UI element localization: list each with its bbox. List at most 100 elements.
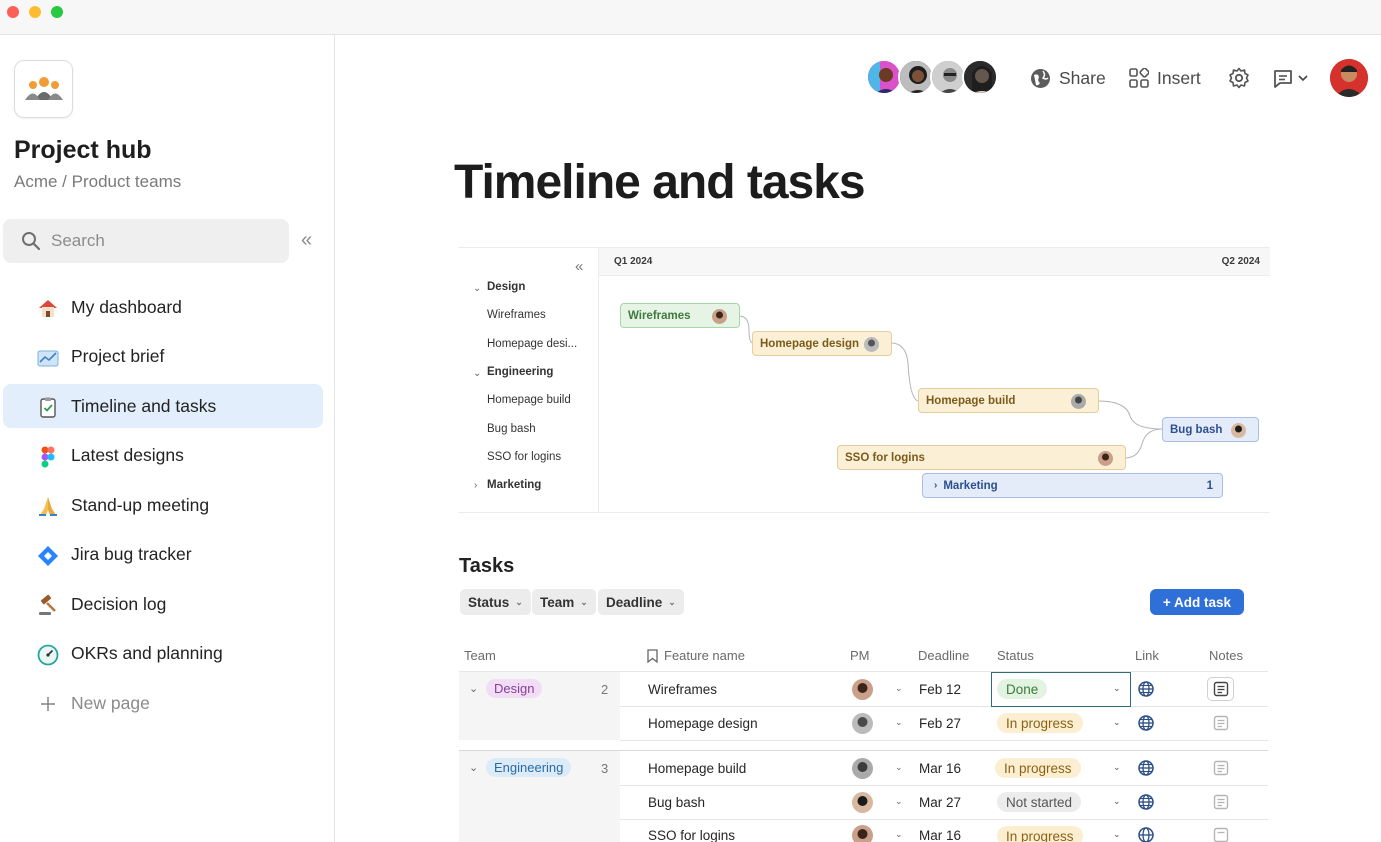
status-pill[interactable]: In progress — [997, 713, 1083, 733]
chevron-down-icon[interactable]: ⌄ — [1113, 796, 1121, 807]
filter-deadline[interactable]: Deadline ⌄ — [598, 589, 684, 615]
deadline-cell[interactable]: Mar 27 — [919, 795, 961, 810]
notes-icon[interactable] — [1213, 681, 1229, 697]
column-header-pm[interactable]: PM — [850, 648, 870, 663]
search-box[interactable] — [3, 219, 289, 263]
window-minimize-button[interactable] — [29, 6, 41, 18]
globe-icon[interactable] — [1138, 794, 1154, 810]
timeline-bar-homepage-build[interactable]: Homepage build — [918, 388, 1099, 413]
status-pill[interactable]: Not started — [997, 792, 1082, 812]
sidebar-item-okrs-and-planning[interactable]: OKRs and planning — [3, 632, 323, 676]
status-pill[interactable]: In progress — [997, 826, 1083, 842]
filter-label: Deadline — [606, 594, 663, 610]
chevron-down-icon[interactable]: ⌄ — [895, 829, 903, 840]
globe-icon[interactable] — [1138, 715, 1154, 731]
notes-icon[interactable] — [1213, 794, 1229, 810]
chart-icon — [37, 347, 59, 369]
deadline-cell[interactable]: Feb 12 — [919, 682, 961, 697]
notes-icon[interactable] — [1213, 715, 1229, 731]
filter-team[interactable]: Team ⌄ — [532, 589, 596, 615]
chevron-down-icon[interactable]: ⌄ — [895, 683, 903, 694]
breadcrumb[interactable]: Acme / Product teams — [14, 172, 181, 192]
collapse-sidebar-icon[interactable]: « — [301, 230, 321, 250]
notes-icon[interactable] — [1213, 760, 1229, 776]
sidebar-item-label: Timeline and tasks — [71, 395, 217, 416]
sidebar-item-latest-designs[interactable]: Latest designs — [3, 434, 323, 478]
insert-button[interactable]: Insert — [1129, 64, 1201, 92]
sidebar-item-decision-log[interactable]: Decision log — [3, 582, 323, 626]
collaborator-avatar[interactable] — [962, 59, 998, 95]
status-pill[interactable]: Done — [997, 679, 1048, 699]
collaborator-avatar[interactable] — [930, 59, 966, 95]
chevron-down-icon[interactable]: ⌄ — [469, 761, 478, 774]
column-header-link[interactable]: Link — [1135, 648, 1159, 663]
workspace-logo[interactable] — [14, 60, 73, 118]
column-header-status[interactable]: Status — [997, 648, 1034, 663]
comment-icon — [1274, 70, 1292, 88]
pm-avatar[interactable] — [852, 792, 873, 813]
sidebar-item-my-dashboard[interactable]: My dashboard — [3, 285, 323, 329]
pm-avatar[interactable] — [852, 679, 873, 700]
chevron-down-icon[interactable]: ⌄ — [1113, 762, 1121, 773]
globe-icon[interactable] — [1138, 760, 1154, 776]
team-pill-engineering[interactable]: Engineering — [486, 758, 572, 777]
sidebar-item-timeline-and-tasks[interactable]: Timeline and tasks — [3, 384, 323, 428]
chevron-down-icon[interactable]: ⌄ — [1113, 829, 1121, 840]
new-page-button[interactable]: New page — [3, 681, 323, 725]
status-pill[interactable]: In progress — [995, 758, 1081, 778]
chevron-right-icon: › — [934, 480, 938, 491]
deadline-cell[interactable]: Mar 16 — [919, 828, 961, 842]
add-task-button[interactable]: + Add task — [1150, 589, 1244, 615]
chevron-down-icon — [1298, 75, 1308, 82]
deadline-cell[interactable]: Feb 27 — [919, 716, 961, 731]
sidebar-item-label: Decision log — [71, 593, 167, 614]
pm-avatar[interactable] — [852, 713, 873, 734]
pm-avatar — [712, 309, 727, 324]
collaborator-avatar[interactable] — [898, 59, 934, 95]
column-header-feature-name[interactable]: Feature name — [664, 648, 745, 663]
chevron-down-icon[interactable]: ⌄ — [895, 762, 903, 773]
column-header-deadline[interactable]: Deadline — [918, 648, 969, 663]
globe-icon[interactable] — [1138, 681, 1154, 697]
chevron-down-icon[interactable]: ⌄ — [895, 796, 903, 807]
settings-button[interactable] — [1228, 64, 1258, 92]
share-button[interactable]: Share — [1030, 64, 1106, 92]
timeline-bar-marketing[interactable]: › Marketing 1 — [922, 473, 1223, 498]
timeline-bar-homepage-design[interactable]: Homepage design — [752, 331, 892, 356]
feature-name-cell[interactable]: Wireframes — [648, 682, 717, 697]
timeline-bar-bug-bash[interactable]: Bug bash — [1162, 417, 1259, 442]
window-maximize-button[interactable] — [51, 6, 63, 18]
chevron-down-icon[interactable]: ⌄ — [1113, 717, 1121, 728]
deadline-cell[interactable]: Mar 16 — [919, 761, 961, 776]
sidebar-item-jira-bug-tracker[interactable]: Jira bug tracker — [3, 533, 323, 577]
comments-button[interactable] — [1272, 64, 1316, 92]
user-avatar[interactable] — [1330, 59, 1368, 97]
search-input[interactable] — [51, 219, 281, 263]
sidebar-item-project-brief[interactable]: Project brief — [3, 335, 323, 379]
feature-name-cell[interactable]: Bug bash — [648, 795, 705, 810]
sidebar-item-label: Jira bug tracker — [71, 544, 192, 564]
collaborator-avatars[interactable] — [866, 59, 1006, 97]
filter-label: Status — [468, 594, 510, 610]
chevron-down-icon[interactable]: ⌄ — [469, 682, 478, 695]
timeline-bar-sso-for-logins[interactable]: SSO for logins — [837, 445, 1126, 470]
notes-icon[interactable] — [1213, 827, 1229, 842]
pm-avatar[interactable] — [852, 825, 873, 842]
team-pill-design[interactable]: Design — [486, 679, 543, 698]
bar-label: Wireframes — [628, 309, 691, 322]
sidebar-item-stand-up-meeting[interactable]: Stand-up meeting — [3, 483, 323, 527]
column-header-notes[interactable]: Notes — [1209, 648, 1243, 663]
filter-status[interactable]: Status ⌄ — [460, 589, 531, 615]
collaborator-avatar[interactable] — [866, 59, 902, 95]
pm-avatar[interactable] — [852, 758, 873, 779]
feature-name-cell[interactable]: SSO for logins — [648, 828, 735, 842]
globe-icon[interactable] — [1138, 827, 1154, 842]
window-close-button[interactable] — [7, 6, 19, 18]
chevron-down-icon[interactable]: ⌄ — [895, 717, 903, 728]
timeline-bar-wireframes[interactable]: Wireframes — [620, 303, 740, 328]
feature-name-cell[interactable]: Homepage build — [648, 761, 746, 776]
chevron-down-icon[interactable]: ⌄ — [1113, 683, 1121, 694]
column-header-team[interactable]: Team — [464, 648, 496, 663]
sidebar-item-label: OKRs and planning — [71, 643, 223, 663]
feature-name-cell[interactable]: Homepage design — [648, 716, 758, 731]
